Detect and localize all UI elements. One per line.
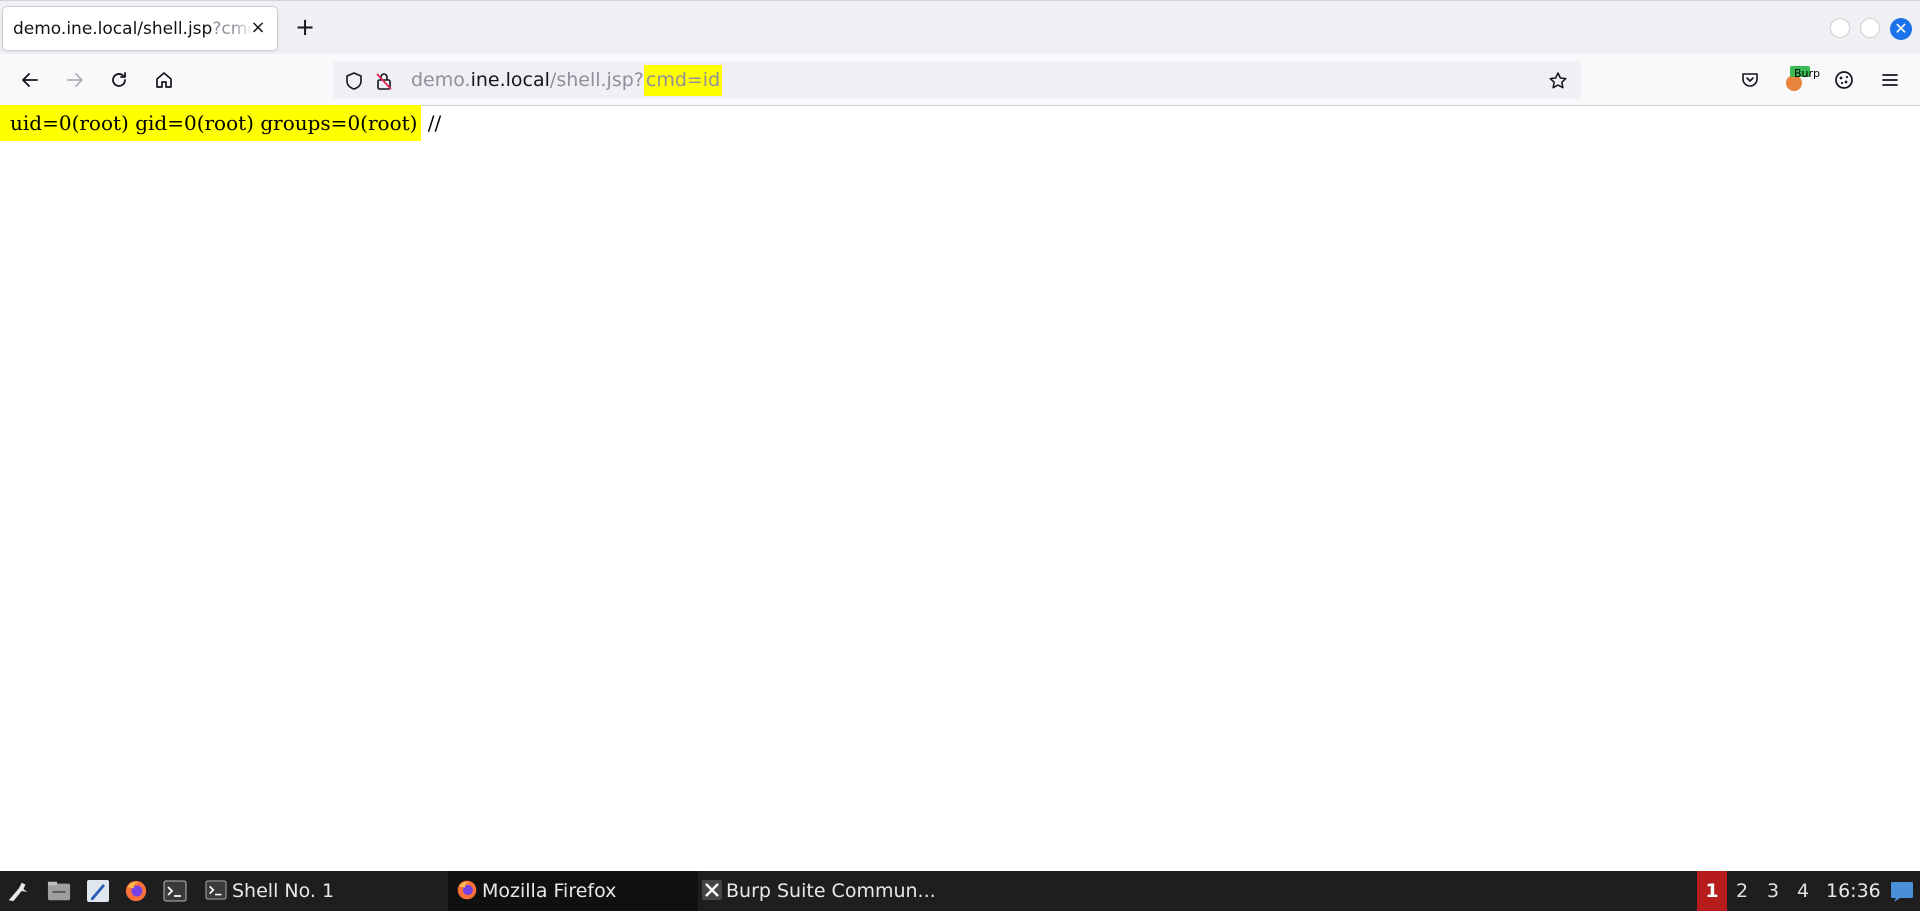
- taskbar: Shell No. 1 Mozilla Firefox Burp Suite C…: [0, 871, 1920, 911]
- page-content: uid=0(root) gid=0(root) groups=0(root) /…: [0, 105, 1920, 871]
- cookie-extension-button[interactable]: [1830, 66, 1858, 94]
- text-editor-launcher[interactable]: [86, 879, 110, 903]
- hamburger-menu-icon: [1882, 74, 1898, 86]
- burp-badge-text: Burp: [1794, 67, 1821, 80]
- terminal-launcher[interactable]: [163, 879, 187, 903]
- bookmark-star-icon[interactable]: [1547, 70, 1569, 92]
- app-launcher-button[interactable]: [6, 879, 30, 903]
- forward-button[interactable]: [61, 66, 89, 94]
- minimize-button[interactable]: [1830, 18, 1850, 38]
- tab-close-icon[interactable]: ×: [249, 19, 267, 37]
- forward-arrow-icon: [67, 73, 83, 87]
- workspace-2[interactable]: 2: [1727, 871, 1757, 911]
- clock: 16:36: [1826, 880, 1881, 902]
- cookie-icon: [1835, 71, 1853, 89]
- insecure-lock-icon[interactable]: [373, 70, 395, 92]
- maximize-button[interactable]: [1860, 18, 1880, 38]
- tracking-protection-shield-icon[interactable]: [343, 70, 365, 92]
- browser-tab-active[interactable]: demo.ine.local/shell.jsp?cmd=id ×: [2, 6, 278, 51]
- tab-title-query: ?cmd=id: [212, 19, 253, 39]
- url-path: /shell.jsp?: [549, 69, 644, 91]
- tab-title-main: demo.ine.local/shell.jsp: [13, 19, 213, 39]
- command-output-highlighted: uid=0(root) gid=0(root) groups=0(root): [0, 105, 422, 141]
- task-burp[interactable]: Burp Suite Commun...: [702, 871, 936, 911]
- workspace-3[interactable]: 3: [1758, 871, 1788, 911]
- url-subdomain: demo.: [411, 69, 471, 91]
- terminal-icon: [163, 880, 187, 902]
- kali-dragon-icon: [8, 882, 28, 902]
- address-bar[interactable]: demo.ine.local/shell.jsp? cmd=id: [333, 61, 1581, 99]
- navigation-toolbar: demo.ine.local/shell.jsp? cmd=id Burp: [0, 54, 1920, 106]
- task-label: Mozilla Firefox: [482, 880, 617, 902]
- new-tab-button[interactable]: +: [292, 15, 318, 41]
- pocket-button[interactable]: [1736, 66, 1764, 94]
- window-close-button[interactable]: ✕: [1890, 18, 1912, 40]
- task-shell[interactable]: Shell No. 1: [205, 871, 334, 911]
- task-label: Shell No. 1: [232, 880, 335, 902]
- firefox-icon: [457, 880, 477, 900]
- burp-icon: [702, 880, 722, 900]
- notification-icon: [1891, 882, 1913, 902]
- reload-icon: [112, 72, 126, 87]
- file-manager-launcher[interactable]: [47, 879, 71, 903]
- folder-icon: [47, 881, 71, 901]
- burp-extension-button[interactable]: Burp: [1782, 66, 1820, 94]
- home-button[interactable]: [150, 66, 178, 94]
- text-editor-icon: [87, 880, 109, 902]
- url-text: demo.ine.local/shell.jsp? cmd=id: [411, 65, 723, 96]
- firefox-launcher[interactable]: [124, 879, 148, 903]
- url-host: ine.local: [470, 69, 550, 91]
- pocket-icon: [1742, 73, 1758, 87]
- url-query-highlight: cmd=id: [643, 65, 723, 96]
- tab-title: demo.ine.local/shell.jsp?cmd=id: [13, 19, 253, 41]
- firefox-icon: [125, 880, 147, 902]
- back-arrow-icon: [22, 73, 38, 87]
- workspace-4[interactable]: 4: [1788, 871, 1818, 911]
- command-output-tail: //: [421, 111, 442, 135]
- command-output: uid=0(root) gid=0(root) groups=0(root) /…: [0, 105, 442, 141]
- app-menu-button[interactable]: [1876, 66, 1904, 94]
- notification-button[interactable]: [1890, 879, 1914, 903]
- terminal-icon: [205, 880, 227, 900]
- tab-strip: demo.ine.local/shell.jsp?cmd=id × + ✕: [0, 0, 1920, 54]
- back-button[interactable]: [16, 66, 44, 94]
- task-label: Burp Suite Commun...: [726, 880, 936, 902]
- reload-button[interactable]: [105, 66, 133, 94]
- workspace-1[interactable]: 1: [1697, 871, 1727, 911]
- home-icon: [156, 72, 172, 88]
- task-firefox[interactable]: Mozilla Firefox: [448, 871, 698, 911]
